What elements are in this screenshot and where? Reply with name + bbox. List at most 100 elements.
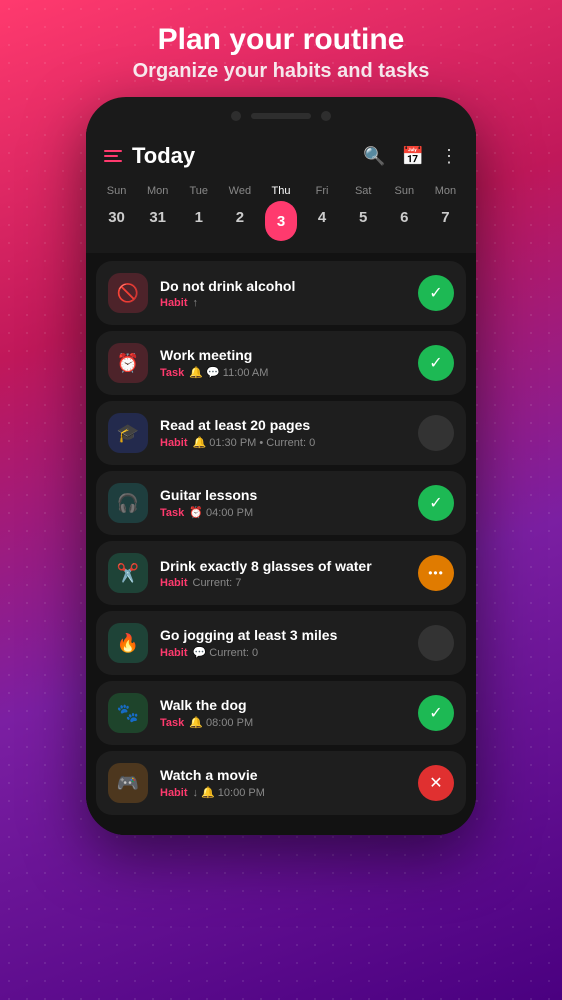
header-left: Today — [104, 143, 195, 169]
task-type-2: Task — [160, 367, 184, 379]
cal-day-30[interactable]: Sun 30 — [99, 185, 135, 241]
cal-day-num: 2 — [224, 201, 256, 233]
phone-topbar — [86, 111, 476, 129]
task-detail-1: ↑ — [193, 297, 199, 309]
check-icon: ✓ — [429, 283, 442, 303]
cal-day-name: Mon — [147, 185, 168, 197]
cal-day-name: Mon — [435, 185, 456, 197]
cal-day-num: 4 — [306, 201, 338, 233]
task-list: 🚫 Do not drink alcohol Habit ↑ ✓ ⏰ Work … — [86, 253, 476, 835]
cal-day-4[interactable]: Fri 4 — [304, 185, 340, 241]
menu-line-1 — [104, 150, 122, 152]
task-title-4: Guitar lessons — [160, 487, 406, 503]
header-icons: 🔍 📅 ⋮ — [363, 146, 458, 167]
cal-day-1[interactable]: Tue 1 — [181, 185, 217, 241]
task-card-2[interactable]: ⏰ Work meeting Task 🔔 💬 11:00 AM ✓ — [96, 331, 466, 395]
task-card-1[interactable]: 🚫 Do not drink alcohol Habit ↑ ✓ — [96, 261, 466, 325]
task-card-7[interactable]: 🐾 Walk the dog Task 🔔 08:00 PM ✓ — [96, 681, 466, 745]
check-icon: ✓ — [429, 353, 442, 373]
task-meta-6: Habit 💬 Current: 0 — [160, 646, 406, 659]
task-action-4[interactable]: ✓ — [418, 485, 454, 521]
task-type-1: Habit — [160, 297, 188, 309]
task-action-2[interactable]: ✓ — [418, 345, 454, 381]
cal-day-num: 7 — [429, 201, 461, 233]
task-type-8: Habit — [160, 787, 188, 799]
task-body-5: Drink exactly 8 glasses of water Habit C… — [160, 558, 406, 589]
task-action-1[interactable]: ✓ — [418, 275, 454, 311]
check-icon: ✓ — [429, 703, 442, 723]
task-body-2: Work meeting Task 🔔 💬 11:00 AM — [160, 347, 406, 379]
cal-day-name: Fri — [316, 185, 329, 197]
task-meta-4: Task ⏰ 04:00 PM — [160, 506, 406, 519]
task-detail-6: 💬 Current: 0 — [193, 646, 259, 659]
more-icon[interactable]: ⋮ — [440, 146, 458, 167]
task-icon-3: 🎓 — [108, 413, 148, 453]
task-icon-4: 🎧 — [108, 483, 148, 523]
cal-day-num: 30 — [101, 201, 133, 233]
task-detail-8: ↓ 🔔 10:00 PM — [193, 786, 265, 799]
task-action-3[interactable] — [418, 415, 454, 451]
task-type-6: Habit — [160, 647, 188, 659]
cal-day-2[interactable]: Wed 2 — [222, 185, 258, 241]
task-detail-3: 🔔 01:30 PM • Current: 0 — [193, 436, 316, 449]
task-body-3: Read at least 20 pages Habit 🔔 01:30 PM … — [160, 417, 406, 449]
task-action-8[interactable]: ✕ — [418, 765, 454, 801]
search-icon[interactable]: 🔍 — [363, 146, 385, 167]
cal-day-name: Tue — [189, 185, 208, 197]
task-card-6[interactable]: 🔥 Go jogging at least 3 miles Habit 💬 Cu… — [96, 611, 466, 675]
cal-day-name: Sun — [107, 185, 127, 197]
calendar-strip: Sun 30 Mon 31 Tue 1 Wed 2 Thu 3 Fri 4 Sa… — [86, 179, 476, 253]
task-icon-6: 🔥 — [108, 623, 148, 663]
task-card-5[interactable]: ✂️ Drink exactly 8 glasses of water Habi… — [96, 541, 466, 605]
page-title: Today — [132, 143, 195, 169]
task-action-6[interactable] — [418, 625, 454, 661]
task-detail-7: 🔔 08:00 PM — [189, 716, 253, 729]
hero-section: Plan your routine Organize your habits a… — [0, 0, 562, 97]
menu-line-3 — [104, 160, 122, 162]
task-icon-8: 🎮 — [108, 763, 148, 803]
x-icon: ✕ — [429, 773, 442, 793]
task-body-1: Do not drink alcohol Habit ↑ — [160, 278, 406, 309]
phone-speaker — [251, 113, 311, 119]
task-detail-4: ⏰ 04:00 PM — [189, 506, 253, 519]
task-card-8[interactable]: 🎮 Watch a movie Habit ↓ 🔔 10:00 PM ✕ — [96, 751, 466, 815]
task-icon-1: 🚫 — [108, 273, 148, 313]
cal-day-num: 1 — [183, 201, 215, 233]
cal-day-5[interactable]: Sat 5 — [345, 185, 381, 241]
calendar-icon[interactable]: 📅 — [402, 146, 424, 167]
task-action-5[interactable]: ••• — [418, 555, 454, 591]
task-detail-2: 🔔 💬 11:00 AM — [189, 366, 268, 379]
cal-day-name: Thu — [272, 185, 291, 197]
task-title-1: Do not drink alcohol — [160, 278, 406, 294]
hero-title: Plan your routine — [20, 22, 542, 58]
task-title-3: Read at least 20 pages — [160, 417, 406, 433]
task-title-8: Watch a movie — [160, 767, 406, 783]
task-detail-5: Current: 7 — [193, 577, 242, 589]
cal-day-num: 5 — [347, 201, 379, 233]
task-card-4[interactable]: 🎧 Guitar lessons Task ⏰ 04:00 PM ✓ — [96, 471, 466, 535]
task-icon-7: 🐾 — [108, 693, 148, 733]
cal-day-7[interactable]: Mon 7 — [427, 185, 463, 241]
cal-day-3[interactable]: Thu 3 — [263, 185, 299, 241]
task-action-7[interactable]: ✓ — [418, 695, 454, 731]
task-title-5: Drink exactly 8 glasses of water — [160, 558, 406, 574]
task-card-3[interactable]: 🎓 Read at least 20 pages Habit 🔔 01:30 P… — [96, 401, 466, 465]
app-content: Today 🔍 📅 ⋮ Sun 30 Mon 31 Tue 1 Wed 2 Th… — [86, 129, 476, 835]
task-meta-2: Task 🔔 💬 11:00 AM — [160, 366, 406, 379]
task-meta-7: Task 🔔 08:00 PM — [160, 716, 406, 729]
phone-camera-2 — [321, 111, 331, 121]
menu-icon[interactable] — [104, 150, 122, 162]
cal-day-31[interactable]: Mon 31 — [140, 185, 176, 241]
task-body-4: Guitar lessons Task ⏰ 04:00 PM — [160, 487, 406, 519]
task-meta-5: Habit Current: 7 — [160, 577, 406, 589]
phone-shell: Today 🔍 📅 ⋮ Sun 30 Mon 31 Tue 1 Wed 2 Th… — [86, 97, 476, 835]
task-title-6: Go jogging at least 3 miles — [160, 627, 406, 643]
cal-day-name: Wed — [229, 185, 251, 197]
cal-day-name: Sun — [395, 185, 415, 197]
cal-day-6[interactable]: Sun 6 — [386, 185, 422, 241]
task-type-7: Task — [160, 717, 184, 729]
menu-line-2 — [104, 155, 118, 157]
task-body-6: Go jogging at least 3 miles Habit 💬 Curr… — [160, 627, 406, 659]
app-header: Today 🔍 📅 ⋮ — [86, 129, 476, 179]
task-meta-3: Habit 🔔 01:30 PM • Current: 0 — [160, 436, 406, 449]
